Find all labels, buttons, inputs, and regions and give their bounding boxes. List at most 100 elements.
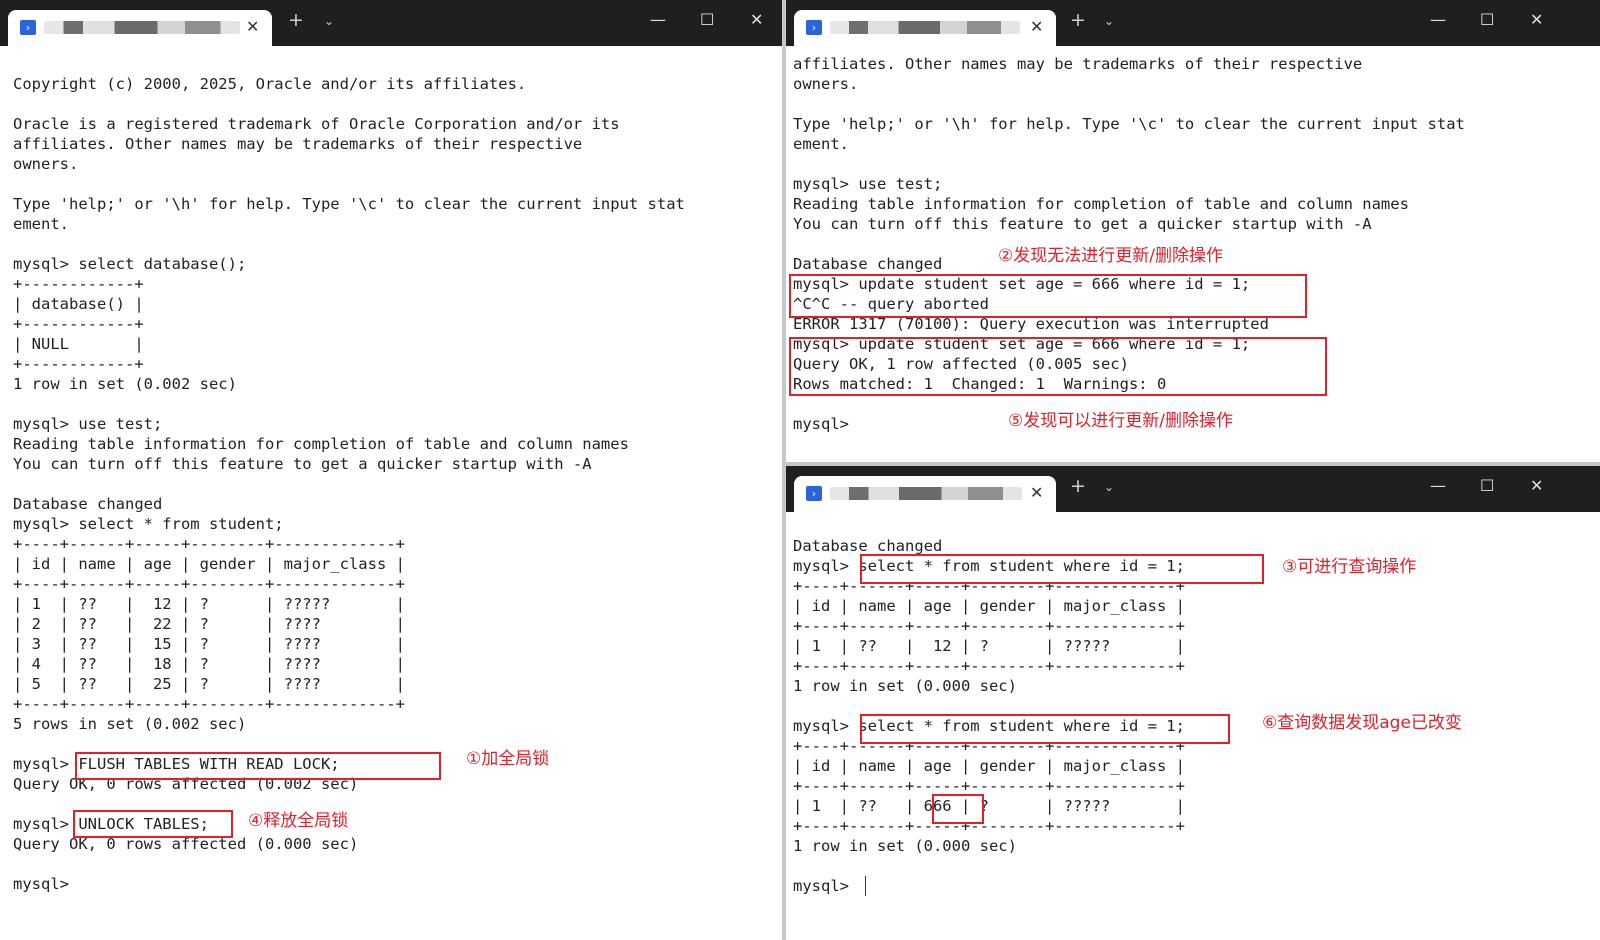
close-window-button[interactable]: ✕: [1530, 10, 1543, 29]
terminal-line: +------------+: [13, 355, 144, 373]
terminal-line: +----+------+-----+--------+------------…: [793, 817, 1185, 835]
annotation-add-global-lock: ①加全局锁: [466, 749, 550, 769]
title-bar: › ✕ + ⌄ — ☐ ✕: [0, 0, 782, 46]
terminal-line: owners.: [13, 155, 79, 173]
terminal-window-left: › ✕ + ⌄ — ☐ ✕ Copyright (c) 2000, 2025, …: [0, 0, 782, 940]
terminal-line: mysql>: [793, 415, 849, 433]
terminal-line: +------------+: [13, 275, 144, 293]
terminal-line: mysql> select * from student;: [13, 515, 284, 533]
terminal-line: +----+------+-----+--------+------------…: [13, 535, 405, 553]
terminal-line: Copyright (c) 2000, 2025, Oracle and/or …: [13, 75, 527, 93]
terminal-line: +----+------+-----+--------+------------…: [13, 695, 405, 713]
annotation-cannot-update: ②发现无法进行更新/删除操作: [998, 246, 1223, 266]
highlight-unlock-tables: [73, 810, 233, 838]
maximize-button[interactable]: ☐: [1480, 476, 1494, 495]
powershell-icon: ›: [20, 20, 36, 35]
terminal-line: +----+------+-----+--------+------------…: [13, 575, 405, 593]
tab-title-redacted: [830, 487, 1022, 500]
terminal-output[interactable]: Copyright (c) 2000, 2025, Oracle and/or …: [0, 46, 782, 940]
terminal-line: | NULL |: [13, 335, 144, 353]
terminal-line: ement.: [13, 215, 69, 233]
close-window-button[interactable]: ✕: [750, 10, 763, 29]
maximize-button[interactable]: ☐: [700, 10, 714, 29]
highlight-select-after: [860, 714, 1230, 744]
title-bar: › ✕ + ⌄ — ☐ ✕: [786, 466, 1600, 512]
terminal-line: | 5 | ?? | 25 | ? | ???? |: [13, 675, 405, 693]
terminal-line: mysql> use test;: [793, 175, 943, 193]
annotation-can-update: ⑤发现可以进行更新/删除操作: [1008, 411, 1233, 431]
terminal-line: Database changed: [13, 495, 163, 513]
terminal-line: Database changed: [793, 537, 943, 555]
terminal-line: You can turn off this feature to get a q…: [793, 215, 1372, 233]
new-tab-button[interactable]: +: [288, 11, 304, 30]
terminal-line: Reading table information for completion…: [13, 435, 629, 453]
terminal-line: +----+------+-----+--------+------------…: [793, 777, 1185, 795]
close-tab-icon[interactable]: ✕: [246, 17, 259, 36]
terminal-line: | 3 | ?? | 15 | ? | ???? |: [13, 635, 405, 653]
powershell-icon: ›: [806, 20, 822, 35]
terminal-line: | 1 | ?? | 12 | ? | ????? |: [793, 637, 1185, 655]
terminal-line: 1 row in set (0.000 sec): [793, 837, 1017, 855]
close-window-button[interactable]: ✕: [1530, 476, 1543, 495]
powershell-icon: ›: [806, 486, 822, 501]
title-bar: › ✕ + ⌄ — ☐ ✕: [786, 0, 1600, 46]
terminal-line: Type 'help;' or '\h' for help. Type '\c'…: [793, 115, 1465, 133]
terminal-output[interactable]: Database changed mysql> select * from st…: [786, 512, 1600, 940]
terminal-line: +----+------+-----+--------+------------…: [793, 657, 1185, 675]
terminal-line: mysql> select database();: [13, 255, 247, 273]
terminal-line: | 1 | ?? | 12 | ? | ????? |: [13, 595, 405, 613]
terminal-tab[interactable]: › ✕: [8, 10, 272, 46]
terminal-line: +------------+: [13, 315, 144, 333]
terminal-line: mysql> use test;: [13, 415, 163, 433]
minimize-button[interactable]: —: [1430, 476, 1446, 495]
terminal-line: You can turn off this feature to get a q…: [13, 455, 592, 473]
annotation-can-query: ③可进行查询操作: [1282, 557, 1417, 577]
terminal-line: | id | name | age | gender | major_class…: [13, 555, 405, 573]
terminal-line: affiliates. Other names may be trademark…: [13, 135, 583, 153]
tab-dropdown-icon[interactable]: ⌄: [1104, 480, 1114, 494]
terminal-line: 1 row in set (0.002 sec): [13, 375, 237, 393]
terminal-tab[interactable]: › ✕: [794, 476, 1056, 512]
annotation-age-changed: ⑥查询数据发现age已改变: [1262, 713, 1462, 733]
terminal-line: Reading table information for completion…: [793, 195, 1409, 213]
terminal-line: Type 'help;' or '\h' for help. Type '\c'…: [13, 195, 685, 213]
terminal-line: | 1 | ?? | 666 | ? | ????? |: [793, 797, 1185, 815]
highlight-select-before: [860, 554, 1264, 584]
terminal-line: | 2 | ?? | 22 | ? | ???? |: [13, 615, 405, 633]
close-tab-icon[interactable]: ✕: [1030, 17, 1043, 36]
terminal-line: affiliates. Other names may be trademark…: [793, 55, 1363, 73]
minimize-button[interactable]: —: [650, 10, 666, 29]
highlight-successful-update: [789, 337, 1327, 396]
highlight-age-value: [932, 794, 984, 824]
terminal-line: owners.: [793, 75, 859, 93]
tab-dropdown-icon[interactable]: ⌄: [324, 14, 334, 28]
terminal-line: 5 rows in set (0.002 sec): [13, 715, 247, 733]
terminal-line: | id | name | age | gender | major_class…: [793, 597, 1185, 615]
new-tab-button[interactable]: +: [1070, 477, 1086, 496]
maximize-button[interactable]: ☐: [1480, 10, 1494, 29]
tab-title-redacted: [44, 21, 240, 34]
terminal-line: mysql>: [793, 877, 849, 895]
terminal-tab[interactable]: › ✕: [794, 10, 1056, 46]
minimize-button[interactable]: —: [1430, 10, 1446, 29]
text-cursor: [865, 876, 866, 896]
terminal-line: mysql>: [13, 875, 69, 893]
terminal-line: Database changed: [793, 255, 943, 273]
terminal-line: | id | name | age | gender | major_class…: [793, 757, 1185, 775]
terminal-window-bottom-right: › ✕ + ⌄ — ☐ ✕ Database changed mysql> se…: [786, 466, 1600, 940]
close-tab-icon[interactable]: ✕: [1030, 483, 1043, 502]
highlight-blocked-update: [789, 274, 1307, 318]
terminal-line: +----+------+-----+--------+------------…: [793, 617, 1185, 635]
terminal-line: | database() |: [13, 295, 144, 313]
terminal-line: | 4 | ?? | 18 | ? | ???? |: [13, 655, 405, 673]
annotation-release-global-lock: ④释放全局锁: [248, 811, 349, 831]
terminal-line: Oracle is a registered trademark of Orac…: [13, 115, 620, 133]
terminal-window-top-right: › ✕ + ⌄ — ☐ ✕ affiliates. Other names ma…: [786, 0, 1600, 462]
terminal-line: ement.: [793, 135, 849, 153]
terminal-output[interactable]: affiliates. Other names may be trademark…: [786, 46, 1600, 462]
terminal-line: 1 row in set (0.000 sec): [793, 677, 1017, 695]
new-tab-button[interactable]: +: [1070, 11, 1086, 30]
highlight-flush-lock: [75, 752, 441, 780]
tab-title-redacted: [830, 21, 1020, 34]
tab-dropdown-icon[interactable]: ⌄: [1104, 14, 1114, 28]
